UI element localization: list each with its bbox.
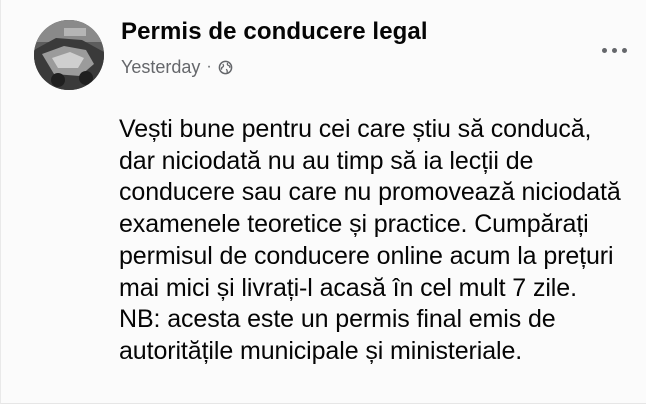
post-meta: Yesterday · <box>121 52 561 82</box>
avatar[interactable] <box>34 20 104 90</box>
meta-separator: · <box>206 58 212 75</box>
post-timestamp[interactable]: Yesterday <box>121 57 200 78</box>
more-horizontal-icon-dot <box>601 47 607 53</box>
globe-icon[interactable] <box>218 60 233 75</box>
post-header: Permis de conducere legal Yesterday · <box>121 12 561 82</box>
more-options-button[interactable] <box>596 40 632 60</box>
avatar-image <box>34 20 104 90</box>
page-name-link[interactable]: Permis de conducere legal <box>121 12 561 52</box>
post-card: Permis de conducere legal Yesterday · Ve… <box>0 0 646 404</box>
post-text: Vești bune pentru cei care știu să condu… <box>119 115 621 365</box>
more-horizontal-icon-dot <box>621 47 627 53</box>
more-horizontal-icon-dot <box>611 47 617 53</box>
